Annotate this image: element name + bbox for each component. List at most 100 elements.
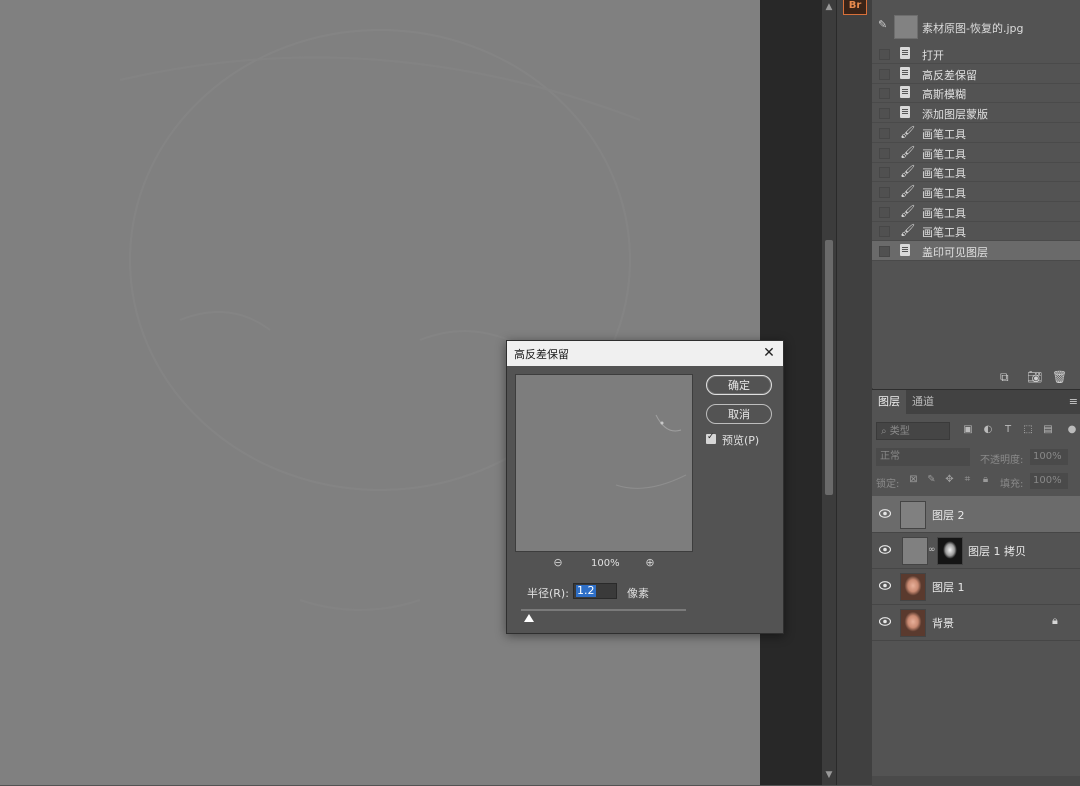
radius-value: 1.2 xyxy=(576,584,596,597)
history-source-checkbox[interactable] xyxy=(879,68,890,80)
layer-name: 图层 1 xyxy=(932,581,965,594)
opacity-label: 不透明度: xyxy=(980,455,1024,466)
history-item[interactable]: 打开 xyxy=(872,44,1080,64)
brush-icon: 🖌︎ xyxy=(900,124,916,139)
history-item-label: 画笔工具 xyxy=(922,186,966,200)
history-source-checkbox[interactable] xyxy=(879,246,890,257)
create-snapshot-icon[interactable]: 📷︎ xyxy=(1027,370,1042,384)
history-source-checkbox[interactable] xyxy=(879,49,890,60)
document-icon xyxy=(900,86,912,99)
filter-type-icon[interactable]: T xyxy=(1002,424,1014,436)
history-item[interactable]: 🖌︎ 画笔工具 xyxy=(872,162,1080,183)
filter-smart-object-icon[interactable]: ▤ xyxy=(1042,424,1054,436)
history-item[interactable]: 高反差保留 xyxy=(872,64,1080,84)
lock-label: 锁定: xyxy=(876,479,900,490)
high-pass-dialog: 高反差保留 ✕ 确定 取消 预览(P) ⊖ 100% ⊕ 半径(R): 1.2 … xyxy=(506,340,784,634)
history-item[interactable]: 🖌︎ 画笔工具 xyxy=(872,221,1080,242)
history-snapshot[interactable]: ✎ 素材原图-恢复的.jpg xyxy=(872,14,1080,40)
layer-thumbnail xyxy=(900,609,926,637)
layer-row[interactable]: 图层 1 xyxy=(872,568,1080,605)
history-item[interactable]: 🖌︎ 画笔工具 xyxy=(872,143,1080,163)
lock-position-icon[interactable]: ✥ xyxy=(944,474,955,486)
close-icon[interactable]: ✕ xyxy=(761,344,777,362)
filter-pixel-icon[interactable]: ▣ xyxy=(962,424,974,436)
visibility-eye-icon[interactable] xyxy=(879,545,891,554)
panel-menu-icon[interactable]: ≡ xyxy=(1069,395,1078,408)
history-item[interactable]: 添加图层蒙版 xyxy=(872,103,1080,124)
radius-slider-handle[interactable] xyxy=(524,614,535,622)
layer-row[interactable]: 背景 🔒︎ xyxy=(872,604,1080,641)
lock-row: 锁定: ⊠ ✎ ✥ ⌗ 🔒︎ 填充: 100% xyxy=(876,472,1076,490)
layer-row[interactable]: ∞ 图层 1 拷贝 xyxy=(872,532,1080,569)
document-icon xyxy=(900,66,912,80)
cancel-button[interactable]: 取消 xyxy=(706,404,772,424)
radius-label: 半径(R): xyxy=(527,587,569,600)
scrollbar-thumb[interactable] xyxy=(825,240,833,495)
zoom-out-icon[interactable]: ⊖ xyxy=(552,557,564,569)
fill-label: 填充: xyxy=(1000,479,1024,490)
filter-shape-icon[interactable]: ⬚ xyxy=(1022,424,1034,436)
dialog-title-bar[interactable]: 高反差保留 ✕ xyxy=(507,341,783,366)
brush-icon: 🖌︎ xyxy=(900,164,916,179)
visibility-eye-icon[interactable] xyxy=(879,509,891,518)
zoom-level: 100% xyxy=(591,558,620,569)
history-source-checkbox[interactable] xyxy=(879,206,890,218)
history-item-label: 盖印可见图层 xyxy=(922,246,988,259)
fill-field[interactable]: 100% xyxy=(1030,473,1068,489)
history-item-label: 画笔工具 xyxy=(922,147,966,161)
layer-filter-select[interactable]: ⌕ 类型 xyxy=(876,422,950,440)
history-brush-source-icon[interactable]: ✎ xyxy=(878,19,888,30)
lock-transparent-icon[interactable]: ⊠ xyxy=(908,474,919,486)
layer-mask-thumbnail[interactable] xyxy=(937,537,963,565)
preview-label[interactable]: 预览(P) xyxy=(722,432,759,448)
lock-all-icon[interactable]: 🔒︎ xyxy=(980,474,991,486)
blend-mode-select[interactable]: 正常 xyxy=(876,448,970,466)
filter-preview[interactable] xyxy=(515,374,693,552)
history-source-checkbox[interactable] xyxy=(879,127,890,139)
lock-image-icon[interactable]: ✎ xyxy=(926,474,937,486)
radius-slider[interactable] xyxy=(521,609,686,611)
lock-artboard-icon[interactable]: ⌗ xyxy=(962,474,973,486)
radius-input[interactable]: 1.2 xyxy=(573,583,617,599)
brush-icon: 🖌︎ xyxy=(900,144,916,159)
document-icon xyxy=(900,106,912,119)
history-source-checkbox[interactable] xyxy=(879,226,890,238)
delete-state-icon[interactable]: 🗑︎ xyxy=(1052,370,1067,384)
history-source-checkbox[interactable] xyxy=(879,186,890,198)
visibility-eye-icon[interactable] xyxy=(879,617,891,626)
history-source-checkbox[interactable] xyxy=(879,147,890,159)
snapshot-thumbnail xyxy=(894,15,918,39)
filter-toggle-icon[interactable]: ● xyxy=(1066,424,1078,436)
layer-filter-row: ⌕ 类型 ▣ ◐ T ⬚ ▤ ● xyxy=(876,422,1076,442)
new-document-from-state-icon[interactable]: ⧉ xyxy=(1000,370,1009,385)
scroll-down-arrow-icon[interactable]: ▼ xyxy=(824,770,834,780)
history-panel: ✎ 素材原图-恢复的.jpg 打开 高反差保留 高斯模糊 添加图层蒙版 🖌︎ 画笔工具 🖌︎… xyxy=(872,0,1080,388)
history-item[interactable]: 高斯模糊 xyxy=(872,83,1080,104)
background-lock-icon[interactable]: 🔒︎ xyxy=(1052,615,1062,627)
layer-row[interactable]: 图层 2 xyxy=(872,496,1080,533)
unit-label: 像素 xyxy=(627,587,649,600)
ok-button[interactable]: 确定 xyxy=(706,375,772,395)
history-source-checkbox[interactable] xyxy=(879,88,890,100)
scroll-up-arrow-icon[interactable]: ▲ xyxy=(824,2,834,12)
brush-icon: 🖌︎ xyxy=(900,203,916,218)
history-source-checkbox[interactable] xyxy=(879,108,890,120)
zoom-in-icon[interactable]: ⊕ xyxy=(644,557,656,569)
bridge-icon[interactable]: Br xyxy=(843,0,867,15)
layer-name: 背景 xyxy=(932,617,954,630)
tab-channels[interactable]: 通道 xyxy=(906,390,940,414)
mask-link-chain-icon[interactable]: ∞ xyxy=(928,544,936,556)
filter-adjustment-icon[interactable]: ◐ xyxy=(982,424,994,436)
snapshot-label: 素材原图-恢复的.jpg xyxy=(922,22,1024,35)
preview-checkbox[interactable] xyxy=(706,432,716,444)
history-item[interactable]: 盖印可见图层 xyxy=(872,241,1080,261)
history-item-label: 高斯模糊 xyxy=(922,88,966,102)
opacity-field[interactable]: 100% xyxy=(1030,449,1068,465)
tab-layers[interactable]: 图层 xyxy=(872,390,906,414)
history-item[interactable]: 🖌︎ 画笔工具 xyxy=(872,123,1080,143)
vertical-scrollbar[interactable]: ▲ ▼ xyxy=(822,0,836,785)
history-source-checkbox[interactable] xyxy=(879,167,890,179)
visibility-eye-icon[interactable] xyxy=(879,581,891,590)
history-item[interactable]: 🖌︎ 画笔工具 xyxy=(872,182,1080,202)
history-item[interactable]: 🖌︎ 画笔工具 xyxy=(872,202,1080,222)
